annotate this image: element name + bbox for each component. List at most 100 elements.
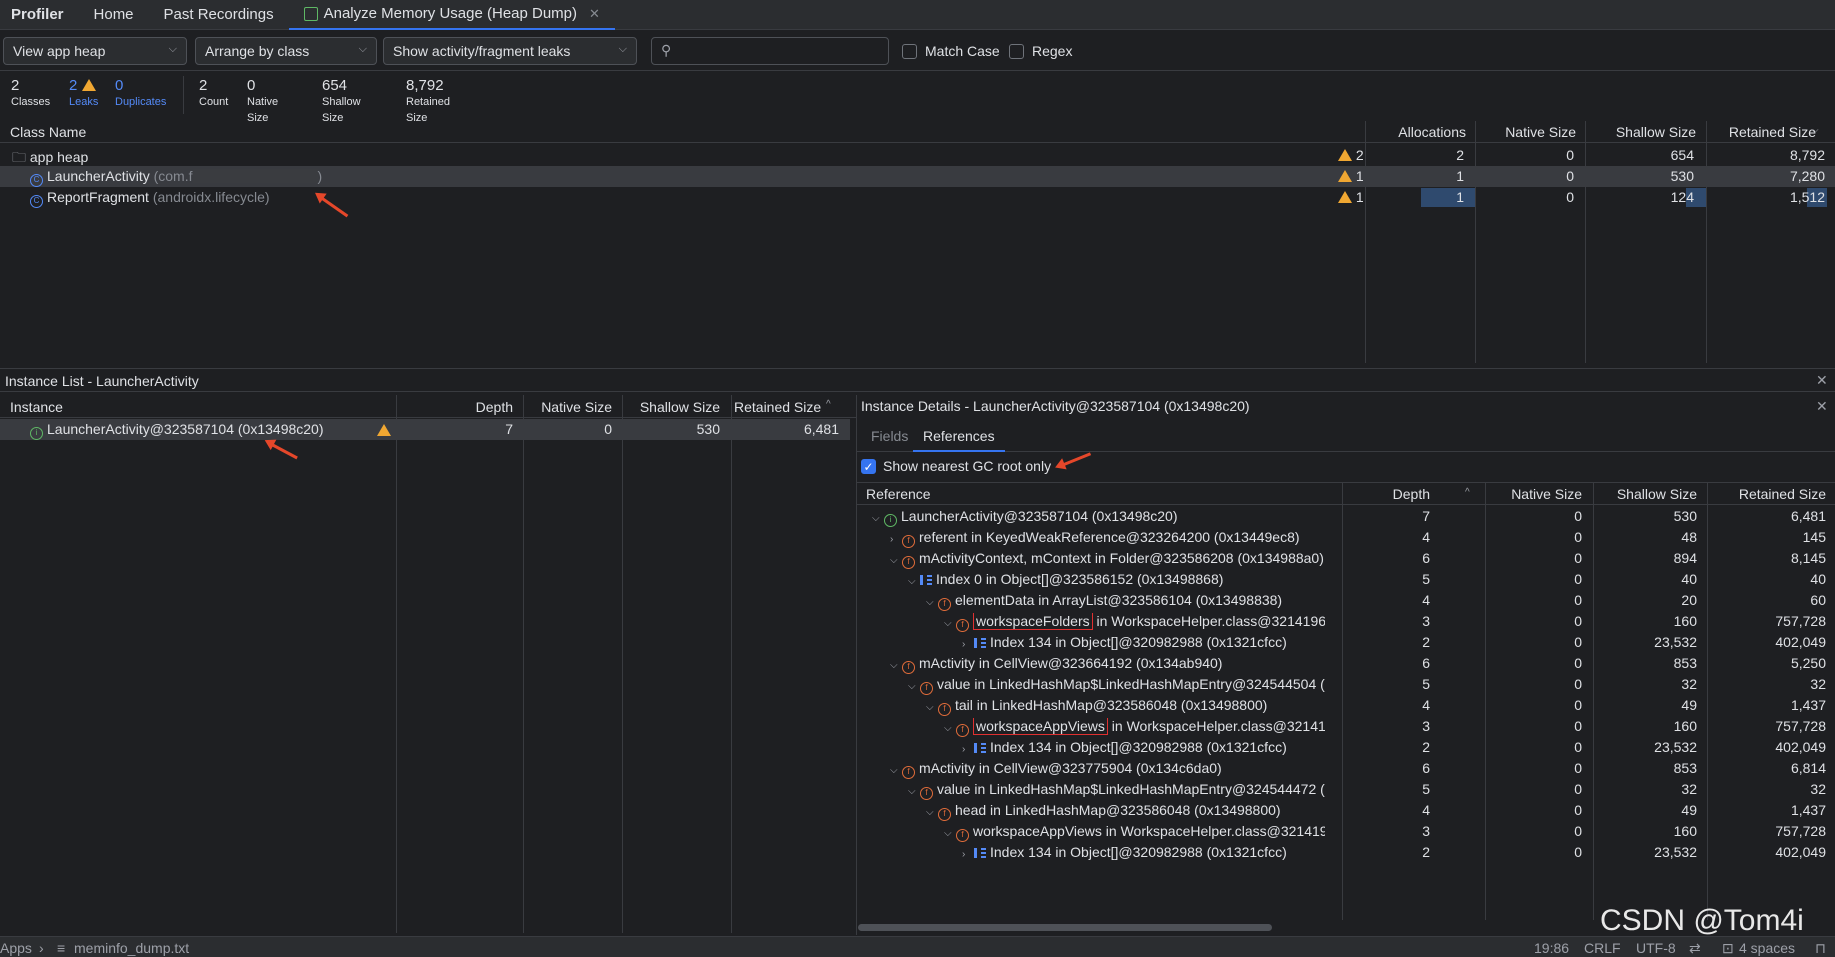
tab-heap-dump[interactable]: Analyze Memory Usage (Heap Dump) ✕ bbox=[288, 0, 615, 30]
reference-row[interactable]: ⌵ f mActivityContext, mContext in Folder@3… bbox=[857, 548, 1835, 569]
collapsed-chevron-icon[interactable]: › bbox=[890, 534, 902, 545]
reference-text: referent in KeyedWeakReference@323264200… bbox=[919, 529, 1300, 545]
col-allocations[interactable]: Allocations bbox=[1366, 124, 1466, 140]
col-shallow-size[interactable]: Shallow Size bbox=[1586, 124, 1696, 140]
regex-checkbox[interactable]: Regex bbox=[1009, 43, 1072, 59]
reference-row[interactable]: ⌵ f mActivity in CellView@323775904 (0x134… bbox=[857, 758, 1835, 779]
file-encoding[interactable]: UTF-8 bbox=[1636, 940, 1676, 956]
reference-row[interactable]: ⌵ f value in LinkedHashMap$LinkedHashMapEn… bbox=[857, 779, 1835, 800]
stat-value: 0 bbox=[115, 77, 124, 94]
col-retained-size[interactable]: Retained Size bbox=[734, 399, 821, 415]
expanded-chevron-icon[interactable]: ⌵ bbox=[890, 555, 902, 566]
col-native-size[interactable]: Native Size bbox=[524, 399, 612, 415]
col-shallow-size[interactable]: Shallow Size bbox=[1595, 486, 1697, 502]
reference-row[interactable]: ⌵ f workspaceAppViews in WorkspaceHelper.c… bbox=[857, 716, 1835, 737]
match-case-checkbox[interactable]: Match Case bbox=[902, 43, 1000, 59]
lock-icon[interactable]: ⊓ bbox=[1815, 940, 1826, 957]
table-row[interactable]: 🗀 app heap 2 2 0 654 8,792 bbox=[0, 145, 1835, 166]
collapsed-chevron-icon[interactable]: › bbox=[962, 849, 974, 860]
col-retained-size[interactable]: Retained Size bbox=[1706, 124, 1816, 140]
col-class-name[interactable]: Class Name bbox=[10, 124, 86, 140]
breadcrumb-root[interactable]: Apps bbox=[0, 940, 32, 956]
leak-filter-select[interactable]: Show activity/fragment leaks ⌵ bbox=[383, 37, 637, 65]
array-index-icon bbox=[920, 575, 932, 585]
close-icon[interactable]: ✕ bbox=[589, 6, 600, 22]
heap-select[interactable]: View app heap ⌵ bbox=[3, 37, 187, 65]
gc-root-box[interactable]: ✓ bbox=[861, 458, 876, 474]
indent-icon: ⊡ bbox=[1722, 940, 1734, 956]
table-row-selected[interactable]: C LauncherActivity (com.f) 1 1 0 530 7,28… bbox=[0, 166, 1835, 187]
reference-row[interactable]: ⌵ f mActivity in CellView@323664192 (0x134… bbox=[857, 653, 1835, 674]
close-icon[interactable]: ✕ bbox=[1816, 372, 1828, 389]
tab-references[interactable]: References bbox=[913, 422, 1005, 452]
col-instance[interactable]: Instance bbox=[10, 399, 63, 415]
caret-position[interactable]: 19:86 bbox=[1534, 940, 1569, 956]
stat-leaks[interactable]: 2 Leaks bbox=[69, 78, 98, 110]
chevron-down-icon: ⌵ bbox=[618, 43, 627, 55]
reference-row[interactable]: ⌵ f elementData in ArrayList@323586104 (0x… bbox=[857, 590, 1835, 611]
stat-duplicates[interactable]: 0 Duplicates bbox=[115, 78, 166, 110]
reference-row[interactable]: ⌵ Index 0 in Object[]@323586152 (0x134988… bbox=[857, 569, 1835, 590]
expanded-chevron-icon[interactable]: ⌵ bbox=[926, 597, 938, 608]
regex-box[interactable] bbox=[1009, 43, 1024, 59]
tab-fields[interactable]: Fields bbox=[871, 428, 908, 444]
expanded-chevron-icon[interactable]: ⌵ bbox=[872, 513, 884, 524]
line-ending[interactable]: CRLF bbox=[1584, 940, 1621, 956]
match-case-box[interactable] bbox=[902, 43, 917, 59]
tab-home[interactable]: Home bbox=[79, 0, 149, 30]
table-row[interactable]: C ReportFragment (androidx.lifecycle) 1 1… bbox=[0, 187, 1835, 208]
search-input[interactable]: ⚲ bbox=[651, 37, 889, 65]
col-reference[interactable]: Reference bbox=[866, 486, 931, 502]
reference-row[interactable]: › f referent in KeyedWeakReference@3232642… bbox=[857, 527, 1835, 548]
reference-row[interactable]: › Index 134 in Object[]@320982988 (0x1321… bbox=[857, 842, 1835, 863]
reference-row[interactable]: ⌵ f workspaceAppViews in WorkspaceHelper.c… bbox=[857, 821, 1835, 842]
expanded-chevron-icon[interactable]: ⌵ bbox=[890, 765, 902, 776]
reference-row[interactable]: ⌵ f tail in LinkedHashMap@323586048 (0x134… bbox=[857, 695, 1835, 716]
expanded-chevron-icon[interactable]: ⌵ bbox=[926, 702, 938, 713]
warning-icon bbox=[377, 422, 391, 439]
expanded-chevron-icon[interactable]: ⌵ bbox=[890, 660, 902, 671]
col-native-size[interactable]: Native Size bbox=[1487, 486, 1582, 502]
cell-retained-size: 40 bbox=[1810, 571, 1826, 587]
reference-label: ⌵ i LauncherActivity@323587104 (0x13498c20… bbox=[872, 508, 1325, 527]
reference-row[interactable]: ⌵ f value in LinkedHashMap$LinkedHashMapEn… bbox=[857, 674, 1835, 695]
close-icon[interactable]: ✕ bbox=[1816, 398, 1828, 415]
reference-row[interactable]: › Index 134 in Object[]@320982988 (0x1321… bbox=[857, 632, 1835, 653]
field-icon: f bbox=[902, 556, 915, 569]
cell-shallow-size: 48 bbox=[1681, 529, 1697, 545]
reference-row[interactable]: ⌵ f head in LinkedHashMap@323586048 (0x134… bbox=[857, 800, 1835, 821]
format-icon[interactable]: ⇄ bbox=[1689, 940, 1701, 957]
expanded-chevron-icon[interactable]: ⌵ bbox=[944, 723, 956, 734]
col-retained-size[interactable]: Retained Size bbox=[1709, 486, 1826, 502]
reference-row[interactable]: ⌵ f workspaceFolders in WorkspaceHelper.cl… bbox=[857, 611, 1835, 632]
expanded-chevron-icon[interactable]: ⌵ bbox=[908, 576, 920, 587]
tab-past-recordings[interactable]: Past Recordings bbox=[149, 0, 289, 30]
leak-count: 2 bbox=[1355, 147, 1364, 163]
reference-label: ⌵ f head in LinkedHashMap@323586048 (0x134… bbox=[926, 802, 1325, 821]
expanded-chevron-icon[interactable]: ⌵ bbox=[926, 807, 938, 818]
gc-root-checkbox[interactable]: ✓ Show nearest GC root only bbox=[861, 458, 1051, 474]
col-shallow-size[interactable]: Shallow Size bbox=[623, 399, 720, 415]
indent-setting[interactable]: 4 spaces bbox=[1739, 940, 1795, 956]
field-icon: f bbox=[938, 703, 951, 716]
cell-shallow-size: 853 bbox=[1673, 760, 1697, 776]
col-depth[interactable]: Depth bbox=[398, 399, 513, 415]
table-row-selected[interactable]: i LauncherActivity@323587104 (0x13498c20)… bbox=[0, 419, 850, 440]
stat-label: Leaks bbox=[69, 96, 99, 108]
reference-row[interactable]: ⌵ i LauncherActivity@323587104 (0x13498c20… bbox=[857, 506, 1835, 527]
collapsed-chevron-icon[interactable]: › bbox=[962, 639, 974, 650]
reference-row[interactable]: › Index 134 in Object[]@320982988 (0x1321… bbox=[857, 737, 1835, 758]
col-native-size[interactable]: Native Size bbox=[1476, 124, 1576, 140]
instance-details-title: Instance Details - LauncherActivity@3235… bbox=[861, 398, 1250, 414]
arrange-select[interactable]: Arrange by class ⌵ bbox=[195, 37, 377, 65]
instance-icon: i bbox=[884, 514, 897, 527]
expanded-chevron-icon[interactable]: ⌵ bbox=[908, 681, 920, 692]
expanded-chevron-icon[interactable]: ⌵ bbox=[944, 828, 956, 839]
breadcrumb-file[interactable]: meminfo_dump.txt bbox=[74, 940, 189, 956]
class-name: ReportFragment bbox=[47, 189, 149, 205]
stat-count: 2 Count bbox=[199, 78, 228, 110]
scrollbar-thumb[interactable] bbox=[858, 924, 1272, 931]
expanded-chevron-icon[interactable]: ⌵ bbox=[944, 618, 956, 629]
collapsed-chevron-icon[interactable]: › bbox=[962, 744, 974, 755]
expanded-chevron-icon[interactable]: ⌵ bbox=[908, 786, 920, 797]
